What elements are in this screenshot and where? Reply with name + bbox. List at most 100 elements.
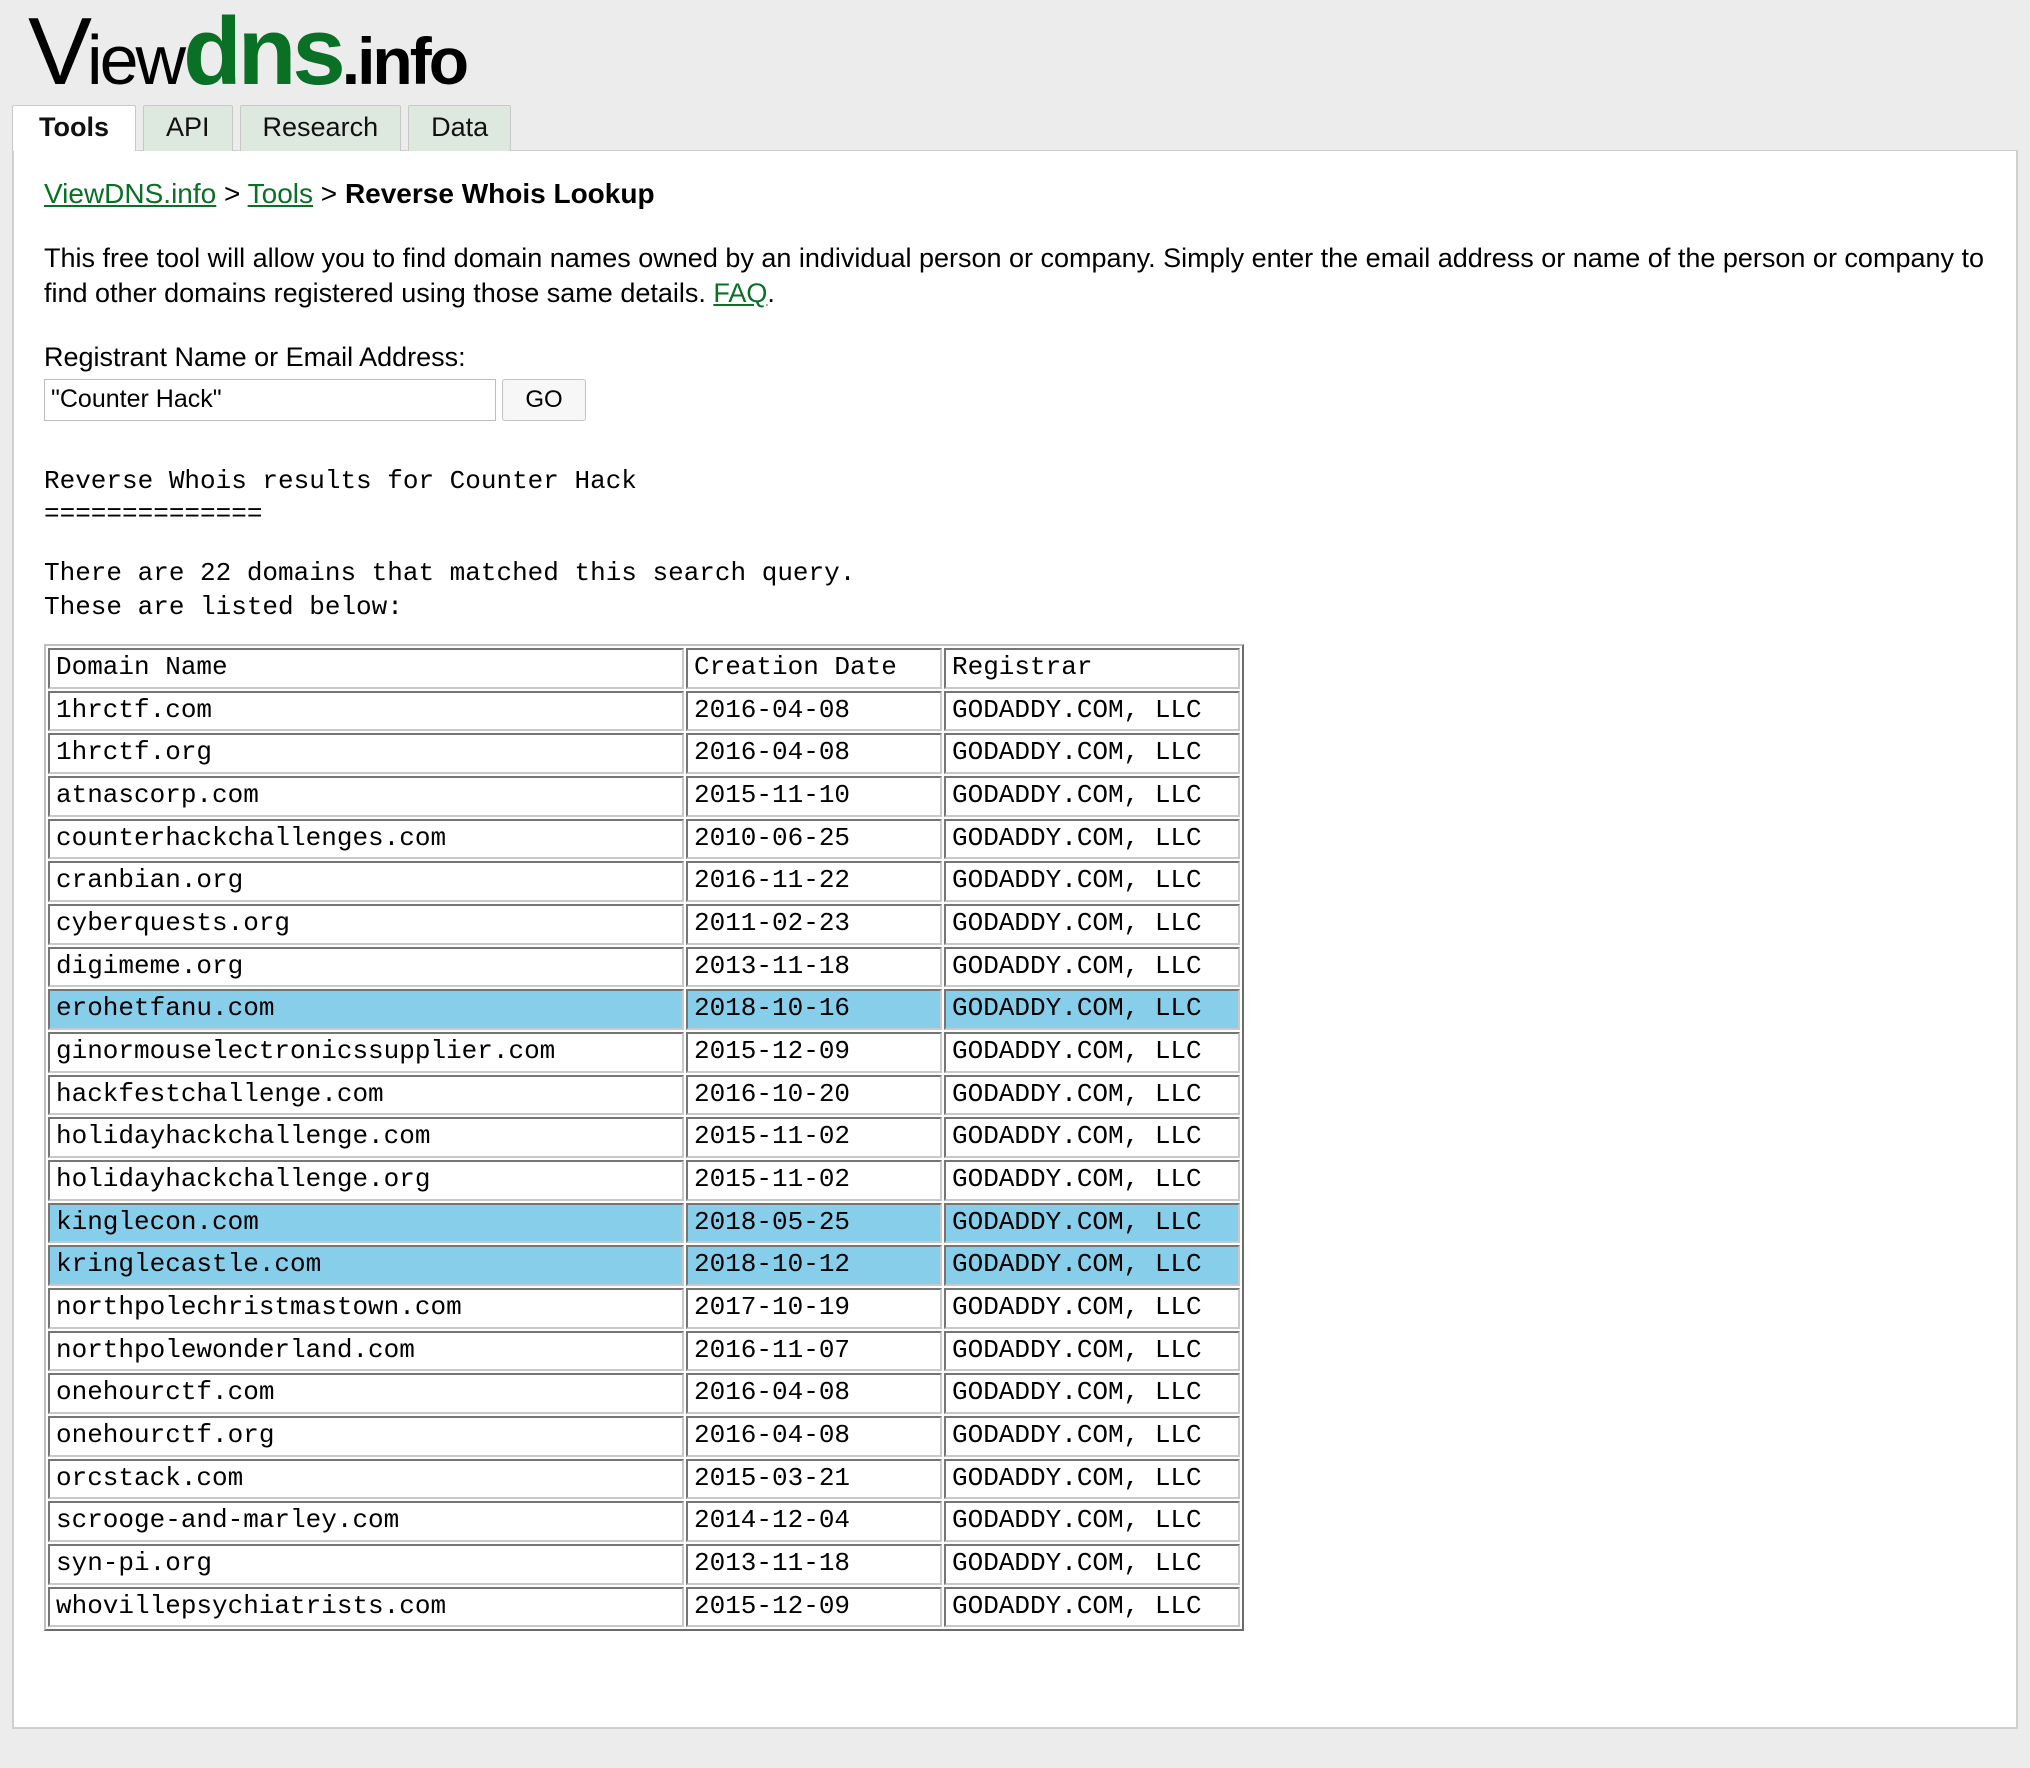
content-panel: ViewDNS.info > Tools > Reverse Whois Loo… xyxy=(12,149,2018,1729)
cell-registrar: GODADDY.COM, LLC xyxy=(944,1074,1240,1116)
table-row: atnascorp.com 2015-11-10 GODADDY.COM, LLC xyxy=(48,775,1240,817)
cell-domain: counterhackchallenges.com xyxy=(48,818,684,860)
go-button[interactable]: GO xyxy=(502,378,586,421)
report-underline: ============== xyxy=(44,499,263,530)
cell-domain: ginormouselectronicssupplier.com xyxy=(48,1031,684,1073)
cell-registrar: GODADDY.COM, LLC xyxy=(944,1202,1240,1244)
table-row: whovillepsychiatrists.com 2015-12-09 GODAD… xyxy=(48,1586,1240,1628)
tab-api[interactable]: API xyxy=(143,105,233,151)
column-header-domain: Domain Name xyxy=(48,647,684,689)
cell-registrar: GODADDY.COM, LLC xyxy=(944,1159,1240,1201)
cell-domain: scrooge-and-marley.com xyxy=(48,1501,684,1543)
cell-created: 2014-12-04 xyxy=(686,1501,942,1543)
tab-tools[interactable]: Tools xyxy=(12,105,136,151)
table-row: 1hrctf.com 2016-04-08 GODADDY.COM, LLC xyxy=(48,690,1240,732)
cell-registrar: GODADDY.COM, LLC xyxy=(944,989,1240,1030)
cell-created: 2010-06-25 xyxy=(686,818,942,860)
cell-registrar: GODADDY.COM, LLC xyxy=(944,1544,1240,1585)
cell-domain: holidayhackchallenge.com xyxy=(48,1117,684,1158)
cell-created: 2016-11-22 xyxy=(686,861,942,902)
breadcrumb-separator-2: > xyxy=(313,178,345,209)
table-row: hackfestchallenge.com 2016-10-20 GODADDY.C… xyxy=(48,1074,1240,1116)
cell-registrar: GODADDY.COM, LLC xyxy=(944,1458,1240,1500)
table-row: syn-pi.org 2013-11-18 GODADDY.COM, LLC xyxy=(48,1544,1240,1585)
table-row: cranbian.org 2016-11-22 GODADDY.COM, LLC xyxy=(48,861,1240,902)
cell-created: 2015-03-21 xyxy=(686,1458,942,1500)
cell-domain: holidayhackchallenge.org xyxy=(48,1159,684,1201)
cell-registrar: GODADDY.COM, LLC xyxy=(944,946,1240,988)
cell-created: 2018-05-25 xyxy=(686,1202,942,1244)
cell-created: 2015-11-02 xyxy=(686,1117,942,1158)
main-tab-bar: Tools API Research Data xyxy=(0,104,2030,151)
cell-registrar: GODADDY.COM, LLC xyxy=(944,733,1240,774)
cell-registrar: GODADDY.COM, LLC xyxy=(944,1117,1240,1158)
cell-domain: kringlecastle.com xyxy=(48,1245,684,1286)
tool-description: This free tool will allow you to find do… xyxy=(44,241,2009,312)
results-table-body: Domain Name Creation Date Registrar 1hrc… xyxy=(48,647,1240,1628)
table-row: cyberquests.org 2011-02-23 GODADDY.COM, LL… xyxy=(48,903,1240,945)
tool-description-period: . xyxy=(767,278,775,309)
faq-link[interactable]: FAQ xyxy=(713,278,767,308)
column-header-registrar: Registrar xyxy=(944,647,1240,689)
report-summary-line-1: There are 22 domains that matched this s… xyxy=(44,558,856,589)
report-summary-line-2: These are listed below: xyxy=(44,591,403,622)
cell-domain: digimeme.org xyxy=(48,946,684,988)
results-report-header: Reverse Whois results for Counter Hack =… xyxy=(44,465,2016,624)
cell-domain: cyberquests.org xyxy=(48,903,684,945)
cell-registrar: GODADDY.COM, LLC xyxy=(944,1330,1240,1372)
cell-registrar: GODADDY.COM, LLC xyxy=(944,1501,1240,1543)
table-header-row: Domain Name Creation Date Registrar xyxy=(48,647,1240,689)
cell-domain: orcstack.com xyxy=(48,1458,684,1500)
table-row: northpolewonderland.com 2016-11-07 GODADDY… xyxy=(48,1330,1240,1372)
cell-domain: 1hrctf.org xyxy=(48,733,684,774)
breadcrumb-link-tools[interactable]: Tools xyxy=(248,178,313,209)
cell-created: 2013-11-18 xyxy=(686,1544,942,1585)
cell-domain: cranbian.org xyxy=(48,861,684,902)
breadcrumb-separator-1: > xyxy=(216,178,248,209)
cell-registrar: GODADDY.COM, LLC xyxy=(944,690,1240,732)
tool-description-text: This free tool will allow you to find do… xyxy=(44,242,1985,309)
cell-domain: erohetfanu.com xyxy=(48,989,684,1030)
tab-data[interactable]: Data xyxy=(408,105,512,151)
site-header: Viewdns.info xyxy=(0,0,2030,104)
table-row: erohetfanu.com 2018-10-16 GODADDY.COM, LLC xyxy=(48,989,1240,1030)
table-row: holidayhackchallenge.org 2015-11-02 GODADD… xyxy=(48,1159,1240,1201)
table-row: orcstack.com 2015-03-21 GODADDY.COM, LLC xyxy=(48,1458,1240,1500)
table-row: ginormouselectronicssupplier.com 2015-12-… xyxy=(48,1031,1240,1073)
cell-domain: onehourctf.com xyxy=(48,1373,684,1414)
cell-registrar: GODADDY.COM, LLC xyxy=(944,903,1240,945)
logo-text-iew: iew xyxy=(87,21,186,99)
cell-created: 2016-04-08 xyxy=(686,1416,942,1457)
registrant-field-label: Registrant Name or Email Address: xyxy=(44,341,466,372)
cell-registrar: GODADDY.COM, LLC xyxy=(944,1287,1240,1329)
page-title: Reverse Whois Lookup xyxy=(344,178,655,209)
cell-created: 2016-10-20 xyxy=(686,1074,942,1116)
cell-registrar: GODADDY.COM, LLC xyxy=(944,1373,1240,1414)
cell-created: 2016-11-07 xyxy=(686,1330,942,1372)
site-logo[interactable]: Viewdns.info xyxy=(28,4,469,100)
cell-registrar: GODADDY.COM, LLC xyxy=(944,818,1240,860)
registrant-input[interactable] xyxy=(44,378,496,421)
cell-registrar: GODADDY.COM, LLC xyxy=(944,1416,1240,1457)
cell-created: 2015-12-09 xyxy=(686,1031,942,1073)
cell-registrar: GODADDY.COM, LLC xyxy=(944,775,1240,817)
table-row: digimeme.org 2013-11-18 GODADDY.COM, LLC xyxy=(48,946,1240,988)
tab-research[interactable]: Research xyxy=(239,105,402,151)
table-row: holidayhackchallenge.com 2015-11-02 GODADD… xyxy=(48,1117,1240,1158)
cell-created: 2015-11-02 xyxy=(686,1159,942,1201)
results-table-container: Domain Name Creation Date Registrar 1hrc… xyxy=(44,643,2016,1632)
cell-registrar: GODADDY.COM, LLC xyxy=(944,1245,1240,1286)
cell-domain: 1hrctf.com xyxy=(48,690,684,732)
cell-domain: northpolewonderland.com xyxy=(48,1330,684,1372)
cell-domain: onehourctf.org xyxy=(48,1416,684,1457)
cell-domain: northpolechristmastown.com xyxy=(48,1287,684,1329)
logo-text-dns: dns xyxy=(183,0,346,105)
table-row: 1hrctf.org 2016-04-08 GODADDY.COM, LLC xyxy=(48,733,1240,774)
cell-domain: syn-pi.org xyxy=(48,1544,684,1585)
breadcrumb: ViewDNS.info > Tools > Reverse Whois Loo… xyxy=(44,177,2016,211)
table-row: kinglecon.com 2018-05-25 GODADDY.COM, LLC xyxy=(48,1202,1240,1244)
logo-text-info: .info xyxy=(341,24,469,98)
table-row: kringlecastle.com 2018-10-12 GODADDY.COM, … xyxy=(48,1245,1240,1286)
breadcrumb-link-home[interactable]: ViewDNS.info xyxy=(44,178,216,209)
cell-created: 2017-10-19 xyxy=(686,1287,942,1329)
